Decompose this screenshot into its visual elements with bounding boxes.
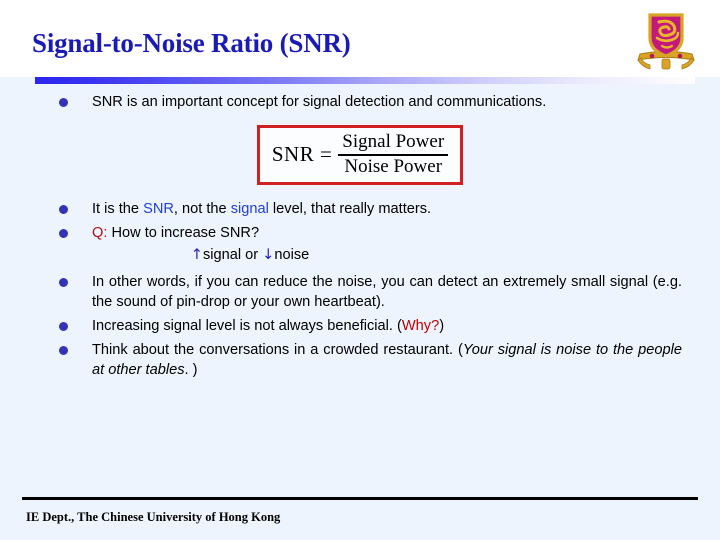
bullet-item-2: It is the SNR, not the signal level, tha…: [0, 199, 720, 219]
formula-fraction: Signal Power Noise Power: [338, 131, 449, 177]
bullet-text-5: Increasing signal level is not always be…: [92, 316, 682, 336]
snr-formula-box: SNR = Signal Power Noise Power: [256, 125, 464, 186]
formula-container: SNR = Signal Power Noise Power: [0, 125, 720, 186]
bullet-2-keyword-signal: signal: [230, 201, 269, 218]
page-title: Signal-to-Noise Ratio (SNR): [32, 28, 351, 58]
bullet-2-keyword-snr: SNR: [143, 201, 174, 218]
bullet-marker-icon: [59, 346, 68, 356]
bullet-5-part-2: ): [439, 318, 445, 335]
bullet-marker-icon: [59, 278, 68, 288]
bullet-marker-icon: [59, 322, 68, 332]
footer-affiliation: IE Dept., The Chinese University of Hong…: [26, 510, 281, 524]
sub-word-noise: noise: [274, 247, 310, 264]
up-arrow-icon: ↑: [190, 246, 203, 264]
bullet-text-3: Q: How to increase SNR?: [92, 223, 682, 243]
bullet-2-part-3: level, that really matters.: [268, 201, 432, 218]
bullet-6-part-2: . ): [184, 362, 198, 379]
footer-divider: [22, 497, 698, 500]
formula-denominator: Noise Power: [344, 155, 443, 177]
bullet-text-4: In other words, if you can reduce the no…: [92, 274, 682, 311]
bullet-3-question-label: Q:: [92, 225, 108, 242]
bullet-2-part-2: , not the: [173, 201, 231, 218]
bullet-item-5: Increasing signal level is not always be…: [0, 316, 720, 336]
sub-word-signal: signal: [202, 247, 242, 264]
slide-content: SNR is an important concept for signal d…: [0, 88, 720, 380]
bullet-2-part-1: It is the: [92, 201, 144, 218]
bullet-marker-icon: [59, 229, 68, 239]
bullet-text-1: SNR is an important concept for signal d…: [92, 94, 547, 110]
sub-conjunction: or: [241, 247, 263, 264]
down-arrow-icon: ↓: [262, 246, 275, 264]
formula-numerator: Signal Power: [342, 131, 445, 152]
crest-shield-icon: [648, 13, 684, 58]
bullet-6-part-1: Think about the conversations in a crowd…: [92, 342, 463, 359]
title-gradient-rule: [35, 77, 695, 84]
bullet-item-4: In other words, if you can reduce the no…: [0, 272, 720, 312]
bullet-3-text: How to increase SNR?: [107, 225, 260, 242]
bullet-item-6: Think about the conversations in a crowd…: [0, 340, 720, 380]
bullet-5-part-1: Increasing signal level is not always be…: [92, 318, 402, 335]
cuhk-crest-logo: [632, 8, 700, 74]
increase-decrease-line: ↑signal or ↓noise: [0, 245, 720, 265]
bullet-marker-icon: [59, 205, 68, 215]
bullet-text-6: Think about the conversations in a crowd…: [92, 340, 682, 380]
bullet-text-2: It is the SNR, not the signal level, tha…: [92, 199, 682, 219]
bullet-item-3: Q: How to increase SNR?: [0, 223, 720, 243]
formula-left-side: SNR =: [271, 142, 333, 167]
slide-canvas: Signal-to-Noise Ratio (SNR) SNR is an im…: [0, 0, 720, 540]
bullet-5-keyword-why: Why?: [401, 318, 440, 335]
bullet-item-1: SNR is an important concept for signal d…: [0, 92, 720, 112]
bullet-marker-icon: [59, 98, 68, 107]
